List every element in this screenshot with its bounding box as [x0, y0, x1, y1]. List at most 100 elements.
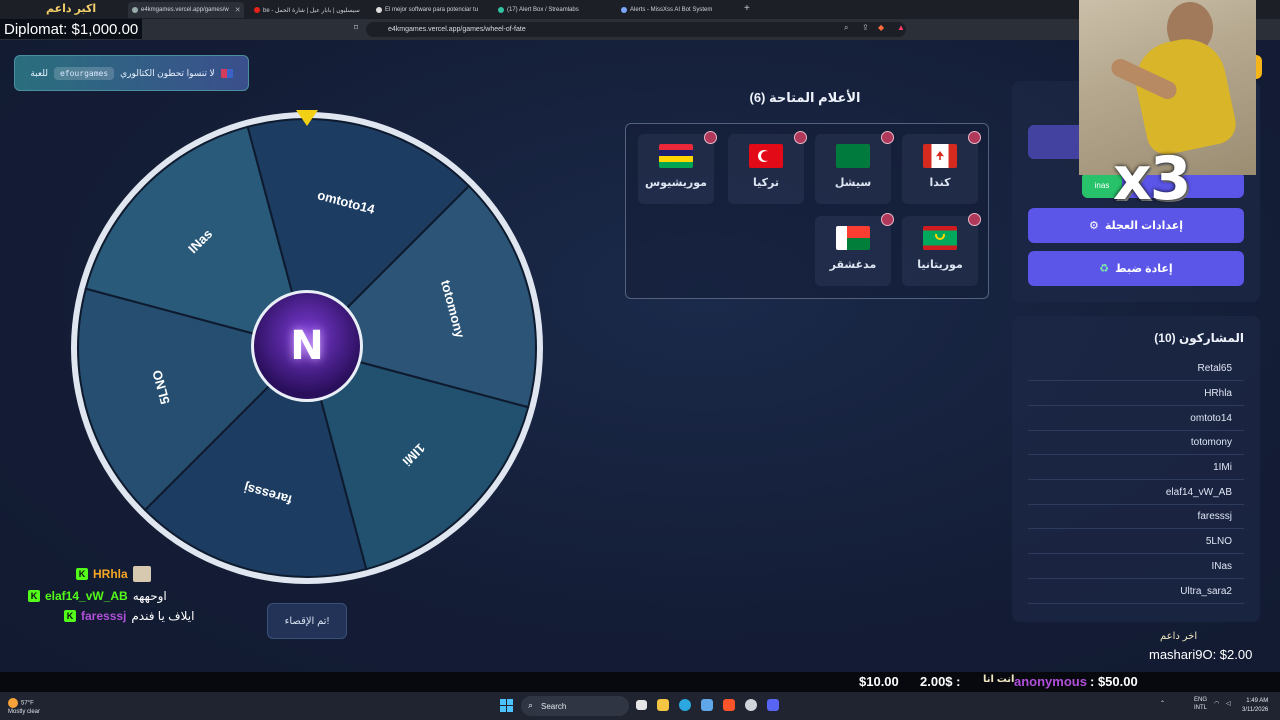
task-view-icon[interactable]: [636, 700, 647, 710]
remove-flag-button[interactable]: [881, 131, 894, 144]
zoom-icon[interactable]: ⌕: [844, 23, 848, 33]
tray-chevron-icon[interactable]: ⌃: [1160, 700, 1165, 707]
chat-username: elaf14_vW_AB: [45, 589, 128, 603]
search-icon: ⌕: [528, 700, 534, 710]
weather-widget[interactable]: 57°F Mostly clear: [8, 698, 40, 716]
flag-card-mauritania[interactable]: موريتانيا: [902, 213, 981, 286]
tab-title: El mejor software para potenciar tu: [385, 7, 479, 13]
flag-card-canada[interactable]: كندا: [902, 131, 981, 204]
tab-title: Alerts - MissXss AI Bot System: [630, 7, 713, 13]
ticker-item: 2.00$ :: [920, 674, 961, 689]
brave-icon[interactable]: [723, 699, 735, 711]
flag-name: موريشيوس: [645, 177, 707, 189]
remove-flag-button[interactable]: [794, 131, 807, 144]
new-tab-icon[interactable]: +: [744, 3, 750, 14]
chat-text: ايلاف يا فندم: [131, 609, 195, 623]
flag-name: تركيا: [753, 177, 779, 189]
tray-lang[interactable]: ENG INTL: [1194, 696, 1207, 712]
flag-card-mauritius[interactable]: موريشيوس: [638, 131, 717, 204]
participant-row[interactable]: faresssj: [1028, 505, 1244, 529]
remove-flag-button[interactable]: [704, 131, 717, 144]
notice-text: لا تنسوا تحطون الكتالوري: [120, 67, 215, 78]
participant-row[interactable]: omtoto14: [1028, 407, 1244, 431]
tab-title: be - سيسليون | بابار عيل | شارة الحمل: [263, 7, 360, 14]
flag-card-madagascar[interactable]: مدغشقر: [815, 213, 894, 286]
clock-date: 3/11/2026: [1242, 707, 1269, 713]
chat-text: اوحههه: [132, 589, 167, 603]
browser-tab[interactable]: e4kmgames.vercel.app/games/w ✕: [128, 2, 244, 18]
tab-title: (17) Alert Box / Streamlabs: [507, 7, 579, 13]
participant-row[interactable]: INas: [1028, 555, 1244, 579]
kick-badge-icon: K: [28, 590, 40, 602]
flag-card-turkey[interactable]: تركيا: [728, 131, 807, 204]
ticker-item: $10.00: [859, 674, 899, 689]
notice-banner: للعبة efourgames لا تنسوا تحطون الكتالور…: [14, 55, 249, 91]
weather-desc: Mostly clear: [8, 709, 41, 715]
browser-tab[interactable]: be - سيسليون | بابار عيل | شارة الحمل: [250, 2, 368, 18]
search-placeholder: Search: [541, 701, 567, 711]
brave-shield-icon[interactable]: ◆: [878, 23, 884, 32]
flag-card-seychelles[interactable]: سيشل: [815, 131, 894, 204]
participant-row[interactable]: totomony: [1028, 431, 1244, 455]
taskbar-search[interactable]: ⌕ Search: [521, 696, 629, 716]
top-donor-banner: Diplomat: $1,000.00: [0, 19, 143, 39]
kick-badge-icon: K: [64, 610, 76, 622]
clock-time: 1:49 AM: [1246, 698, 1269, 704]
bookmark-icon[interactable]: ⌑: [354, 23, 358, 32]
mauritania-flag-icon: [923, 226, 957, 250]
url-text: e4kmgames.vercel.app/games/wheel-of-fate: [388, 26, 526, 33]
edge-icon[interactable]: [679, 699, 691, 711]
clock[interactable]: 1:49 AM 3/11/2026: [1242, 697, 1268, 715]
multiplier-badge: x3: [1113, 144, 1191, 214]
notice-suffix: للعبة: [30, 67, 48, 78]
url-field[interactable]: e4kmgames.vercel.app/games/wheel-of-fate: [366, 22, 906, 37]
wifi-icon[interactable]: ◠: [1214, 700, 1219, 707]
browser-tab[interactable]: Alerts - MissXss AI Bot System: [617, 2, 735, 18]
browser-tab[interactable]: (17) Alert Box / Streamlabs: [494, 2, 612, 18]
rewards-icon[interactable]: ▲: [897, 23, 905, 32]
tab-favicon-icon: [376, 7, 382, 13]
participants-panel: المشاركون (10) Retal65 HRhla omtoto14 to…: [1012, 316, 1260, 622]
hub-letter: N: [290, 323, 324, 369]
store-icon[interactable]: [701, 699, 713, 711]
ticker-item: anonymous: [1014, 674, 1087, 689]
reset-icon: ♻: [1099, 263, 1110, 275]
donation-ticker: $10.00 2.00$ : انت انا anonymous : $50.0…: [0, 672, 1280, 692]
remove-flag-button[interactable]: [968, 213, 981, 226]
participant-row[interactable]: 5LNO: [1028, 530, 1244, 554]
turkey-flag-icon: [749, 144, 783, 168]
participant-row[interactable]: Ultra_sara2: [1028, 580, 1244, 604]
remove-flag-button[interactable]: [881, 213, 894, 226]
flags-container: كندا سيشل تركيا موريشيوس موريتانيا مدغشق…: [625, 123, 989, 299]
flag-name: سيشل: [834, 177, 872, 189]
obs-icon[interactable]: [745, 699, 757, 711]
tab-close-icon[interactable]: ✕: [235, 6, 241, 14]
tab-favicon-icon: [621, 7, 627, 13]
participant-row[interactable]: elaf14_vW_AB: [1028, 481, 1244, 505]
participant-row[interactable]: Retal65: [1028, 357, 1244, 381]
madagascar-flag-icon: [836, 226, 870, 250]
streamlabs-favicon-icon: [498, 7, 504, 13]
tab-favicon-icon: [132, 7, 138, 13]
participant-row[interactable]: HRhla: [1028, 382, 1244, 406]
top-donor-label: اكبر داعم: [46, 3, 97, 15]
file-explorer-icon[interactable]: [657, 699, 669, 711]
lang-layout: INTL: [1194, 705, 1208, 711]
browser-tab[interactable]: El mejor software para potenciar tu: [372, 2, 490, 18]
remove-flag-button[interactable]: [968, 131, 981, 144]
discord-icon[interactable]: [767, 699, 779, 711]
share-icon[interactable]: ⇪: [862, 23, 869, 32]
participant-row[interactable]: 1IMi: [1028, 456, 1244, 480]
settings-gear-icon: ⚙: [1088, 220, 1099, 232]
flag-name: موريتانيا: [917, 259, 963, 271]
wheel-hub-avatar[interactable]: N: [251, 290, 363, 402]
tab-title: e4kmgames.vercel.app/games/w: [141, 7, 229, 13]
ticker-item: : $50.00: [1090, 674, 1138, 689]
start-menu-icon[interactable]: [500, 699, 513, 712]
eliminated-button[interactable]: تم الإقصاء!: [267, 603, 347, 639]
volume-icon[interactable]: ◁: [1226, 700, 1231, 707]
flag-name: مدغشقر: [829, 259, 877, 271]
chat-message: K faresssj ايلاف يا فندم: [64, 609, 194, 623]
notice-code[interactable]: efourgames: [53, 66, 115, 80]
reset-button[interactable]: ♻ إعادة ضبط: [1028, 251, 1244, 286]
